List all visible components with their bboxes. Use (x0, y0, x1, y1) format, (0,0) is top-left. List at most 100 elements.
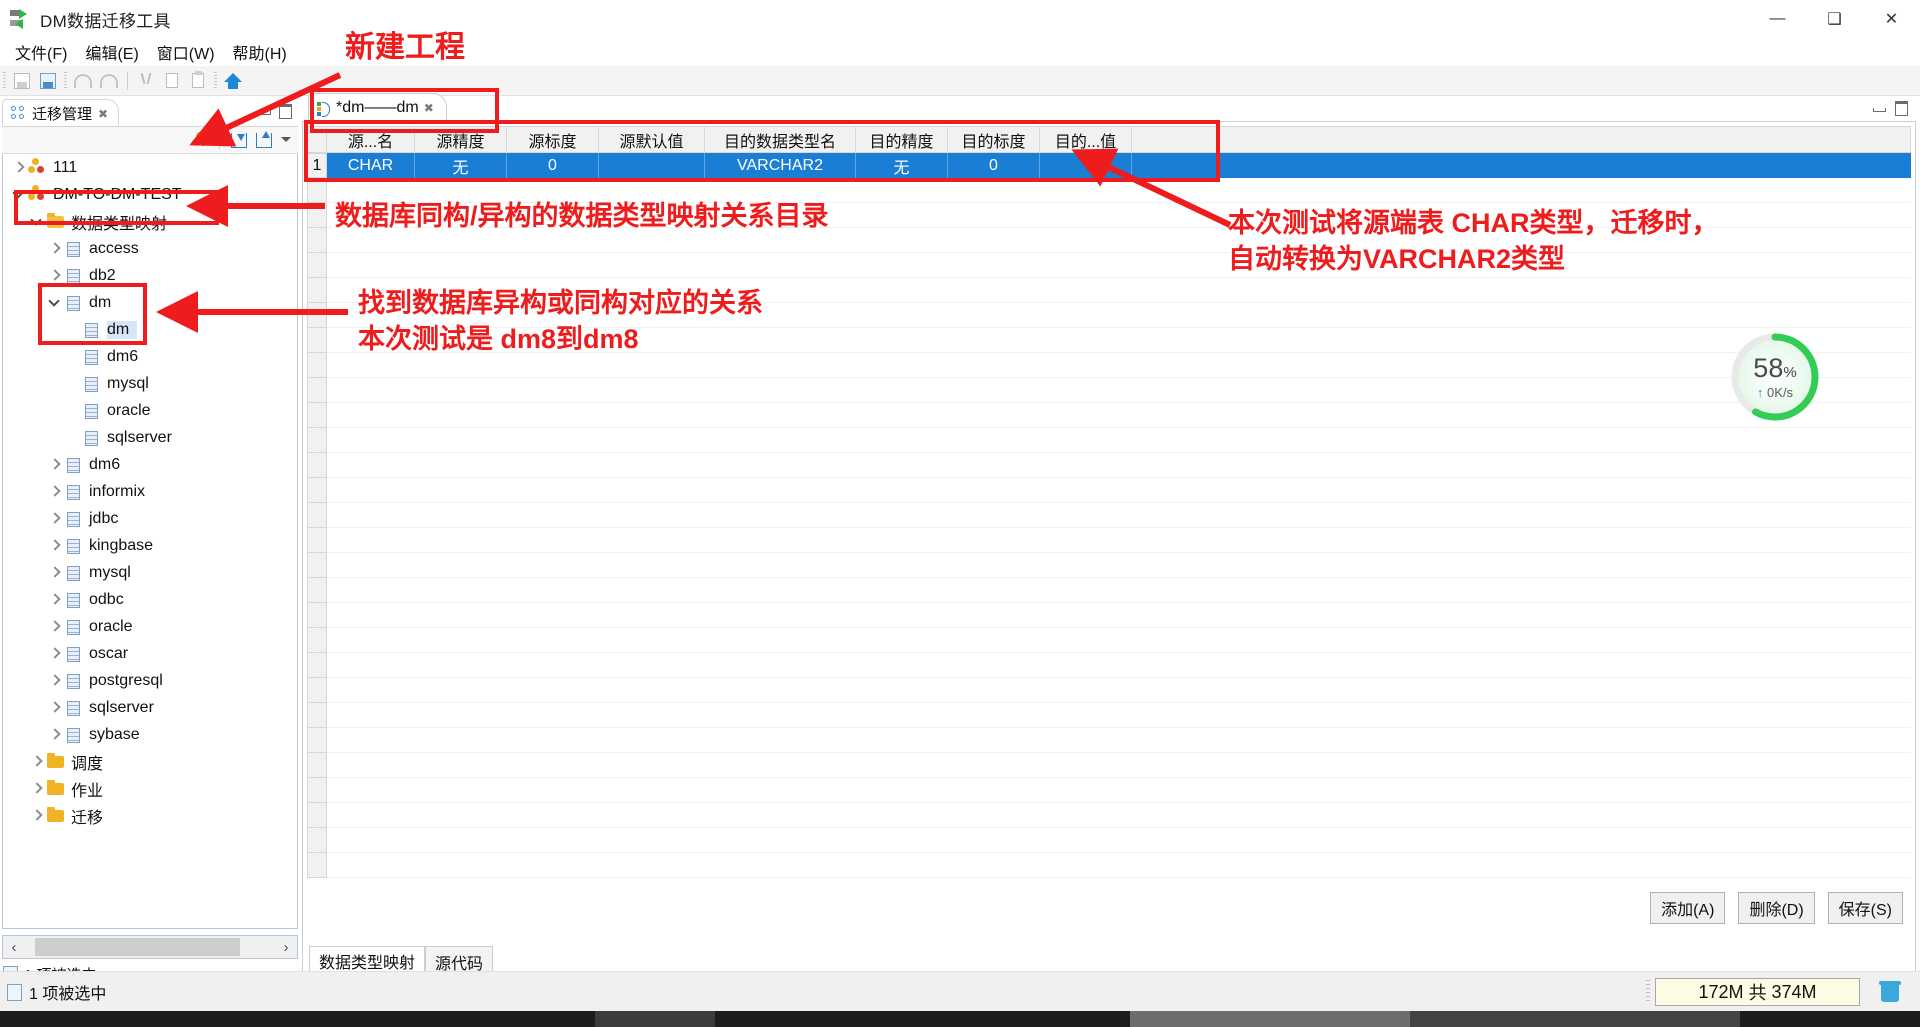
chevron-down-icon[interactable] (9, 185, 28, 204)
empty-grid-row[interactable] (307, 528, 1911, 553)
empty-grid-row[interactable] (307, 478, 1911, 503)
heap-status[interactable]: 172M 共 374M (1655, 978, 1860, 1006)
empty-grid-row[interactable] (307, 828, 1911, 853)
chevron-right-icon[interactable] (45, 617, 64, 636)
table-cell[interactable]: VARCHAR2 (705, 153, 856, 178)
tree-item--[interactable]: 数据类型映射 (3, 208, 297, 235)
delete-button[interactable]: 删除(D) (1738, 892, 1815, 924)
empty-grid-row[interactable] (307, 553, 1911, 578)
empty-grid-row[interactable] (307, 403, 1911, 428)
empty-grid-row[interactable] (307, 753, 1911, 778)
redo-icon[interactable] (97, 69, 121, 93)
tree-item-dm[interactable]: dm (3, 316, 297, 343)
empty-grid-row[interactable] (307, 678, 1911, 703)
tree-item-dm6[interactable]: dm6 (3, 343, 297, 370)
toolbar-grip-2[interactable] (64, 71, 67, 90)
chevron-right-icon[interactable] (9, 158, 28, 177)
chevron-right-icon[interactable] (27, 806, 46, 825)
add-button[interactable]: 添加(A) (1650, 892, 1726, 924)
cut-icon[interactable] (134, 69, 158, 93)
empty-grid-row[interactable] (307, 378, 1911, 403)
tree-item-sqlserver[interactable]: sqlserver (3, 424, 297, 451)
tree-item--[interactable]: 迁移 (3, 802, 297, 829)
trash-icon[interactable] (1878, 980, 1902, 1004)
chevron-right-icon[interactable] (45, 590, 64, 609)
chevron-right-icon[interactable] (45, 509, 64, 528)
menu-file[interactable]: 文件(F) (6, 38, 76, 66)
scroll-track[interactable] (25, 936, 275, 958)
empty-grid-row[interactable] (307, 653, 1911, 678)
tree-item--[interactable]: 调度 (3, 748, 297, 775)
tree-item-kingbase[interactable]: kingbase (3, 532, 297, 559)
tree-item-db2[interactable]: db2 (3, 262, 297, 289)
tree-item-dm-to-dm-test[interactable]: DM-TO-DM-TEST (3, 181, 297, 208)
tree-item-jdbc[interactable]: jdbc (3, 505, 297, 532)
tree-item-111[interactable]: 111 (3, 154, 297, 181)
table-cell[interactable] (599, 153, 705, 178)
tab-dm-dm[interactable]: *dm——dm ✖ (308, 93, 447, 122)
chevron-down-icon[interactable] (45, 293, 64, 312)
tree-item-mysql[interactable]: mysql (3, 559, 297, 586)
table-header-cell[interactable]: 目的精度 (856, 126, 948, 153)
toolbar-grip[interactable] (3, 71, 6, 90)
chevron-right-icon[interactable] (27, 779, 46, 798)
chevron-right-icon[interactable] (45, 563, 64, 582)
close-icon[interactable]: ✖ (424, 101, 434, 115)
table-cell[interactable]: 无 (856, 153, 948, 178)
home-icon[interactable] (221, 69, 245, 93)
table-cell[interactable] (1040, 153, 1132, 178)
tree-item-dm6[interactable]: dm6 (3, 451, 297, 478)
scroll-right-icon[interactable]: › (275, 936, 297, 958)
tab-migration-management[interactable]: 迁移管理 ✖ (2, 99, 120, 127)
tree-item-sybase[interactable]: sybase (3, 721, 297, 748)
paste-icon[interactable] (186, 69, 210, 93)
chevron-right-icon[interactable] (45, 536, 64, 555)
chevron-right-icon[interactable] (45, 455, 64, 474)
chevron-right-icon[interactable] (45, 644, 64, 663)
empty-grid-row[interactable] (307, 578, 1911, 603)
tree-horizontal-scrollbar[interactable]: ‹ › (2, 935, 298, 959)
empty-grid-row[interactable] (307, 428, 1911, 453)
export-icon[interactable] (253, 129, 275, 151)
maximize-button[interactable]: ❑ (1806, 0, 1863, 38)
table-cell[interactable]: CHAR (327, 153, 415, 178)
table-header-cell[interactable]: 目的...值 (1040, 126, 1132, 153)
tree-item--[interactable]: 作业 (3, 775, 297, 802)
close-icon[interactable]: ✖ (98, 107, 108, 121)
table-header-cell[interactable]: 目的标度 (948, 126, 1040, 153)
tree-item-oracle[interactable]: oracle (3, 397, 297, 424)
empty-grid-row[interactable] (307, 628, 1911, 653)
migration-tree[interactable]: 111 DM-TO-DM-TEST 数据类型映射 access db2 dm dm dm6 my… (2, 154, 298, 929)
minimize-view-icon[interactable] (257, 103, 271, 117)
empty-grid-row[interactable] (307, 703, 1911, 728)
minimize-editor-icon[interactable] (1872, 100, 1886, 114)
chevron-right-icon[interactable] (45, 239, 64, 258)
minimize-button[interactable]: — (1749, 0, 1806, 38)
chevron-down-icon[interactable] (27, 212, 46, 231)
copy-icon[interactable] (160, 69, 184, 93)
tree-item-oracle[interactable]: oracle (3, 613, 297, 640)
maximize-editor-icon[interactable] (1894, 100, 1908, 116)
save-button[interactable]: 保存(S) (1827, 892, 1903, 924)
import-icon[interactable] (228, 129, 250, 151)
chevron-right-icon[interactable] (45, 725, 64, 744)
tree-item-access[interactable]: access (3, 235, 297, 262)
toolbar-grip-3[interactable] (214, 71, 217, 90)
maximize-view-icon[interactable] (278, 103, 292, 119)
tree-item-informix[interactable]: informix (3, 478, 297, 505)
table-header-cell[interactable]: 源标度 (507, 126, 599, 153)
scroll-left-icon[interactable]: ‹ (3, 936, 25, 958)
empty-grid-row[interactable] (307, 453, 1911, 478)
table-cell[interactable]: 无 (415, 153, 507, 178)
scroll-thumb[interactable] (35, 938, 240, 956)
empty-grid-row[interactable] (307, 803, 1911, 828)
tree-item-sqlserver[interactable]: sqlserver (3, 694, 297, 721)
table-header-cell[interactable]: 源...名 (327, 126, 415, 153)
table-body[interactable]: 1 CHAR 无 0 VARCHAR2 无 0 (307, 153, 1911, 178)
menu-edit[interactable]: 编辑(E) (76, 38, 147, 66)
chevron-right-icon[interactable] (45, 671, 64, 690)
empty-grid-row[interactable] (307, 853, 1911, 878)
tree-item-oscar[interactable]: oscar (3, 640, 297, 667)
tree-item-mysql[interactable]: mysql (3, 370, 297, 397)
save-all-icon[interactable] (36, 69, 60, 93)
